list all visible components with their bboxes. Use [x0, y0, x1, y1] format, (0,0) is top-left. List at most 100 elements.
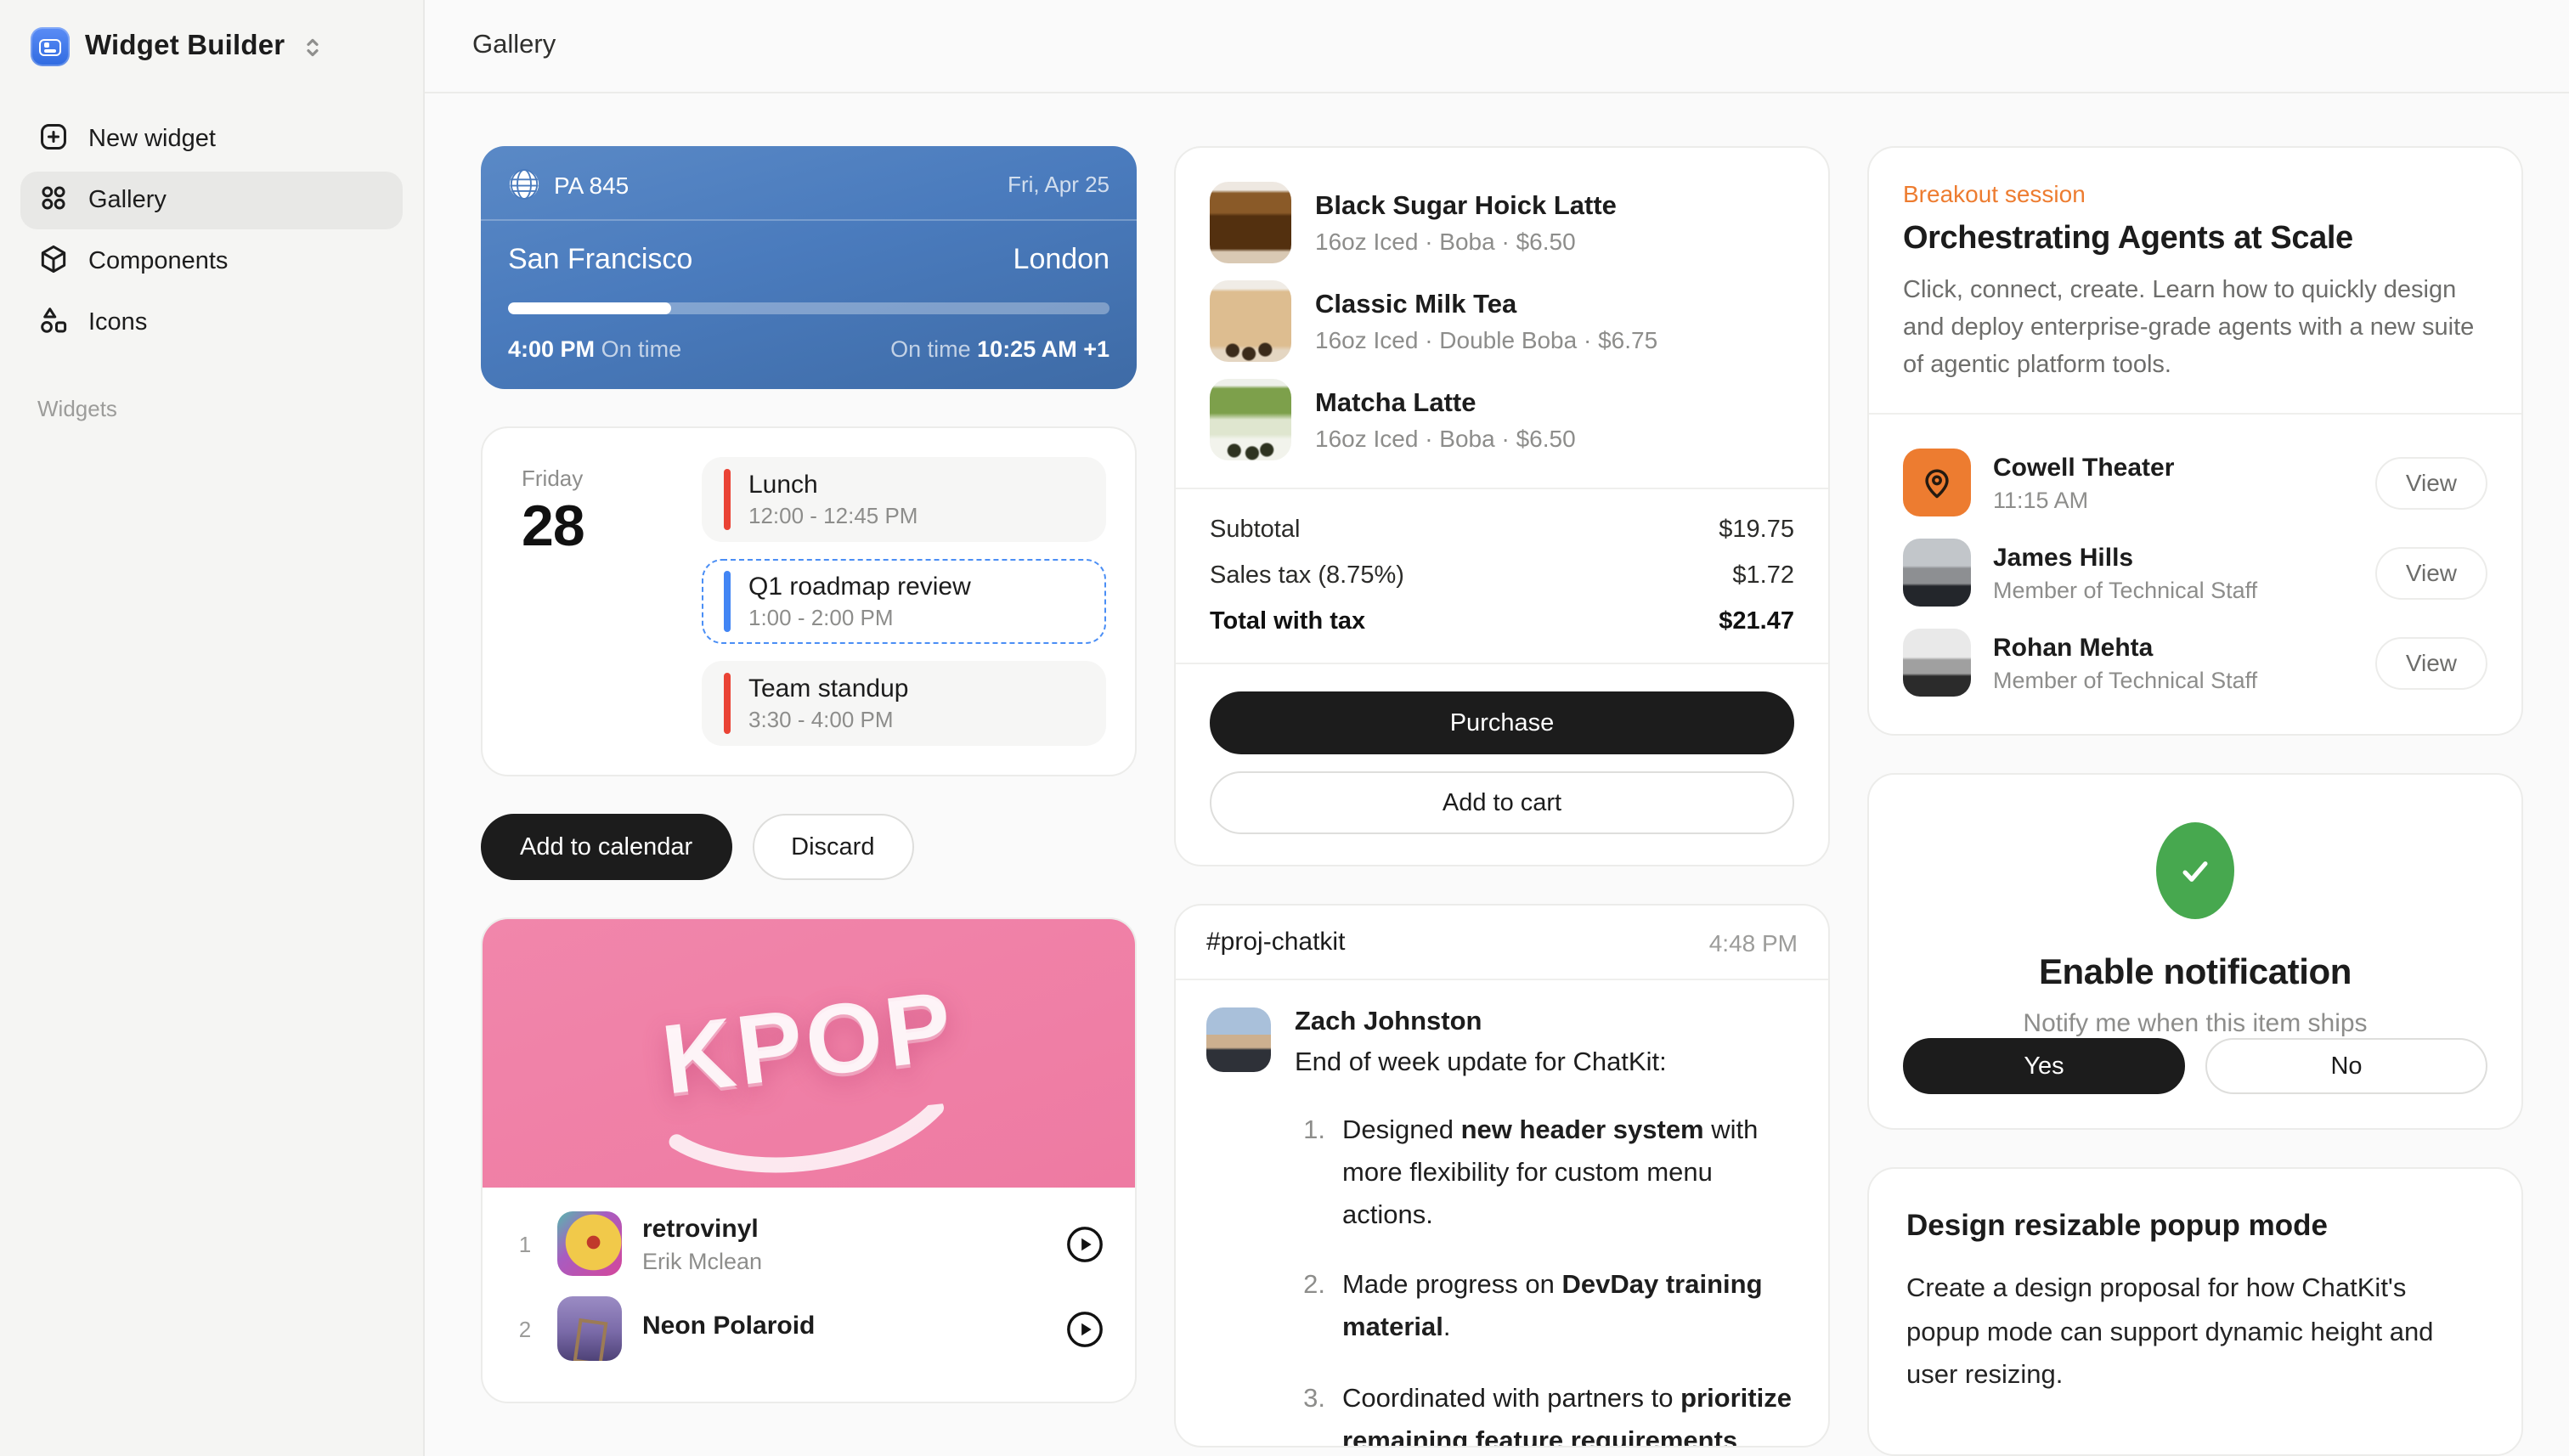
avatar [1206, 1007, 1271, 1072]
view-button[interactable]: View [2375, 547, 2487, 600]
notification-widget: Enable notification Notify me when this … [1867, 774, 2523, 1131]
new-widget-icon [37, 120, 70, 159]
list-item: 2. Made progress on DevDay training mate… [1295, 1265, 1798, 1350]
calendar-day-number: 28 [522, 494, 668, 561]
avatar [1903, 539, 1971, 607]
calendar-event-lunch[interactable]: Lunch 12:00 - 12:45 PM [702, 457, 1106, 542]
sidebar-item-label: Components [88, 248, 228, 275]
message-text: End of week update for ChatKit: [1295, 1048, 1798, 1079]
column-3: Breakout session Orchestrating Agents at… [1867, 146, 2523, 1403]
flight-widget: PA 845 Fri, Apr 25 San Francisco London [481, 146, 1137, 389]
kpop-swoosh-graphic [662, 1103, 955, 1188]
arrival-time: 10:25 AM +1 [977, 336, 1109, 362]
drink-photo-classic-milk-tea [1210, 280, 1291, 362]
playlist-widget: KPOP 1 retrovinyl Erik Mclean [481, 917, 1137, 1403]
widgets-section-label: Widgets [37, 396, 403, 421]
task-title: Design resizable popup mode [1906, 1209, 2484, 1244]
chat-widget: #proj-chatkit 4:48 PM Zach Johnston End … [1174, 904, 1830, 1448]
avatar [1903, 629, 1971, 697]
album-art-neon-polaroid [557, 1296, 622, 1361]
event-color-bar [724, 469, 730, 530]
destination-city: London [1013, 243, 1109, 277]
session-widget: Breakout session Orchestrating Agents at… [1867, 146, 2523, 736]
widget-builder-app: Widget Builder New widget Gallery [0, 0, 2569, 1456]
sidebar-nav: New widget Gallery Components Icons [20, 110, 403, 352]
session-tag: Breakout session [1903, 180, 2487, 207]
view-button[interactable]: View [2375, 457, 2487, 510]
order-item: Classic Milk Tea 16oz Iced · Double Boba… [1210, 280, 1794, 362]
arrival-status: On time [890, 336, 971, 362]
flight-progress-fill [508, 302, 670, 314]
sales-tax-row: Sales tax (8.75%)$1.72 [1210, 562, 1794, 590]
purchase-button[interactable]: Purchase [1210, 691, 1794, 754]
playlist-cover-image: KPOP [483, 919, 1135, 1188]
task-widget: Design resizable popup mode Create a des… [1867, 1168, 2523, 1456]
session-speaker-row: Rohan Mehta Member of Technical Staff Vi… [1903, 629, 2487, 697]
calendar-event-roadmap-selected[interactable]: Q1 roadmap review 1:00 - 2:00 PM [702, 559, 1106, 644]
sidebar: Widget Builder New widget Gallery [0, 0, 425, 1456]
app-title: Widget Builder [85, 31, 285, 63]
location-pin-icon [1903, 449, 1971, 517]
drink-photo-black-sugar-latte [1210, 182, 1291, 263]
origin-city: San Francisco [508, 243, 692, 277]
view-button[interactable]: View [2375, 637, 2487, 690]
calendar-day-label: Friday [522, 466, 668, 491]
session-location-row: Cowell Theater 11:15 AM View [1903, 449, 2487, 517]
main-area: Gallery PA 845 Fri, Apr 25 [425, 0, 2569, 1456]
discard-button[interactable]: Discard [752, 814, 913, 880]
sidebar-item-components[interactable]: Components [20, 233, 403, 291]
kpop-logo-text: KPOP [657, 968, 962, 1117]
play-button[interactable] [1065, 1224, 1104, 1263]
flight-date: Fri, Apr 25 [1008, 172, 1109, 197]
subtotal-row: Subtotal$19.75 [1210, 516, 1794, 544]
order-item: Black Sugar Hoick Latte 16oz Iced · Boba… [1210, 182, 1794, 263]
session-speaker-row: James Hills Member of Technical Staff Vi… [1903, 539, 2487, 607]
app-switcher[interactable]: Widget Builder [20, 24, 403, 73]
chevron-updown-icon[interactable] [300, 35, 324, 59]
event-color-bar [724, 673, 730, 734]
app-logo-icon [31, 27, 70, 66]
session-description: Click, connect, create. Learn how to qui… [1903, 274, 2487, 385]
yes-button[interactable]: Yes [1903, 1039, 2185, 1095]
flight-number: PA 845 [554, 171, 629, 198]
no-button[interactable]: No [2205, 1039, 2487, 1095]
page-title: Gallery [472, 31, 556, 61]
session-title: Orchestrating Agents at Scale [1903, 221, 2487, 258]
album-art-retrovinyl [557, 1211, 622, 1276]
calendar-widget: Friday 28 Lunch 12:00 - 12:45 PM [481, 426, 1137, 776]
topbar: Gallery [425, 0, 2569, 93]
track-row-retrovinyl: 1 retrovinyl Erik Mclean [513, 1211, 1104, 1276]
notification-title: Enable notification [2039, 954, 2352, 995]
order-widget: Black Sugar Hoick Latte 16oz Iced · Boba… [1174, 146, 1830, 866]
check-icon [2156, 823, 2234, 920]
departure-time: 4:00 PM [508, 336, 595, 362]
calendar-actions: Add to calendar Discard [481, 814, 1137, 880]
message-author: Zach Johnston [1295, 1007, 1798, 1038]
column-2: Black Sugar Hoick Latte 16oz Iced · Boba… [1174, 146, 1830, 1403]
message-timestamp: 4:48 PM [1709, 928, 1798, 956]
add-to-cart-button[interactable]: Add to cart [1210, 771, 1794, 834]
order-item: Matcha Latte 16oz Iced · Boba · $6.50 [1210, 379, 1794, 460]
sidebar-item-gallery[interactable]: Gallery [20, 172, 403, 229]
add-to-calendar-button[interactable]: Add to calendar [481, 814, 731, 880]
departure-status: On time [601, 336, 682, 362]
drink-photo-matcha-latte [1210, 379, 1291, 460]
channel-name: #proj-chatkit [1206, 928, 1345, 957]
list-item: 3. Coordinated with partners to prioriti… [1295, 1377, 1798, 1448]
total-row: Total with tax$21.47 [1210, 608, 1794, 635]
shapes-icon [37, 303, 70, 342]
gallery-icon [37, 181, 70, 220]
list-item: 1. Designed new header system with more … [1295, 1109, 1798, 1238]
flight-progress-track [508, 302, 1109, 314]
sidebar-item-icons[interactable]: Icons [20, 294, 403, 352]
sidebar-item-new-widget[interactable]: New widget [20, 110, 403, 168]
airline-globe-icon [508, 168, 540, 200]
task-body: Create a design proposal for how ChatKit… [1906, 1268, 2484, 1397]
column-1: PA 845 Fri, Apr 25 San Francisco London [481, 146, 1137, 1403]
play-button[interactable] [1065, 1309, 1104, 1348]
track-row-neon-polaroid: 2 Neon Polaroid [513, 1296, 1104, 1361]
calendar-event-standup[interactable]: Team standup 3:30 - 4:00 PM [702, 661, 1106, 746]
sidebar-item-label: New widget [88, 126, 216, 153]
sidebar-item-label: Gallery [88, 187, 167, 214]
notification-subtitle: Notify me when this item ships [2023, 1010, 2367, 1039]
